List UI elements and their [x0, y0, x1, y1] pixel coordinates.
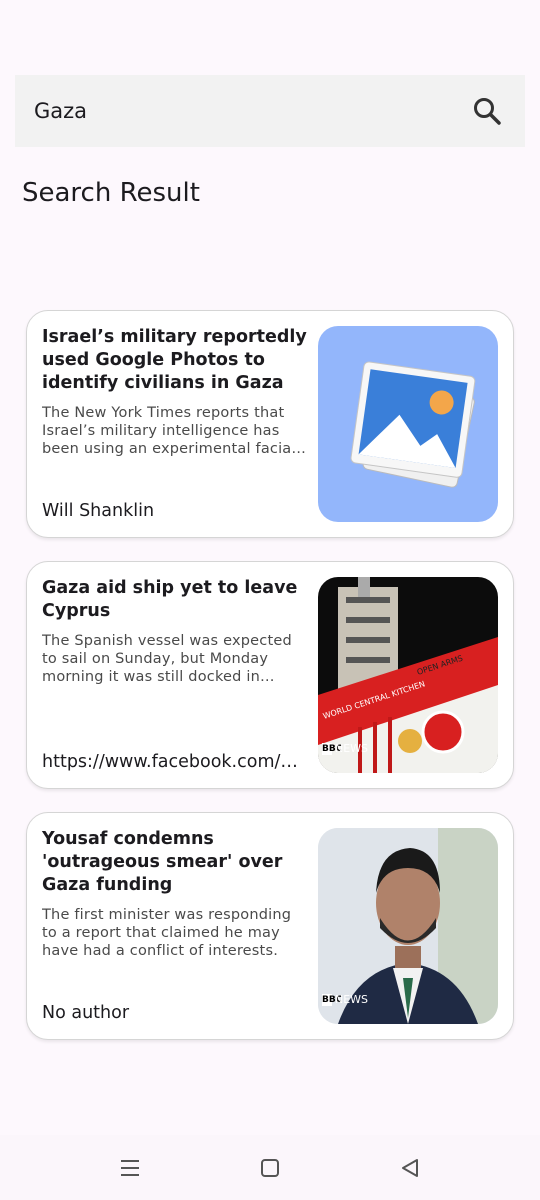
card-author: No author [42, 1003, 130, 1023]
card-text: Israel’s military reportedly used Google… [42, 326, 307, 526]
search-bar [15, 75, 525, 147]
bbc-news-logo: BBC NEWS [322, 742, 369, 755]
result-card[interactable]: Yousaf condemns 'outrageous smear' over … [26, 812, 514, 1040]
search-icon[interactable] [469, 93, 505, 129]
bbc-news-logo: BBC NEWS [322, 993, 369, 1006]
card-author: Will Shanklin [42, 501, 155, 521]
card-text: Gaza aid ship yet to leave Cyprus The Sp… [42, 577, 307, 777]
search-input[interactable] [34, 99, 434, 123]
person-photo: BBC NEWS [318, 828, 498, 1024]
status-bar [0, 0, 540, 60]
card-title: Gaza aid ship yet to leave Cyprus [42, 578, 298, 621]
aid-ship-photo: WORLD CENTRAL KITCHEN OPEN ARMS BBC NEWS [318, 577, 498, 773]
card-description: The Spanish vessel was expected to sail … [42, 633, 292, 685]
image-placeholder-icon [318, 326, 498, 522]
back-triangle-icon[interactable] [390, 1148, 430, 1188]
card-description: The first minister was responding to a r… [42, 907, 292, 959]
menu-icon[interactable] [110, 1148, 150, 1188]
card-description: The New York Times reports that Israel’s… [42, 405, 296, 457]
home-square-icon[interactable] [250, 1148, 290, 1188]
card-text: Yousaf condemns 'outrageous smear' over … [42, 828, 307, 1028]
system-nav-bar [0, 1135, 540, 1200]
card-title: Israel’s military reportedly used Google… [42, 327, 307, 393]
page-title: Search Result [22, 178, 200, 208]
card-title: Yousaf condemns 'outrageous smear' over … [42, 829, 283, 895]
result-card[interactable]: Israel’s military reportedly used Google… [26, 310, 514, 538]
card-author: https://www.facebook.com/bbcnews [42, 752, 302, 772]
result-card[interactable]: Gaza aid ship yet to leave Cyprus The Sp… [26, 561, 514, 789]
